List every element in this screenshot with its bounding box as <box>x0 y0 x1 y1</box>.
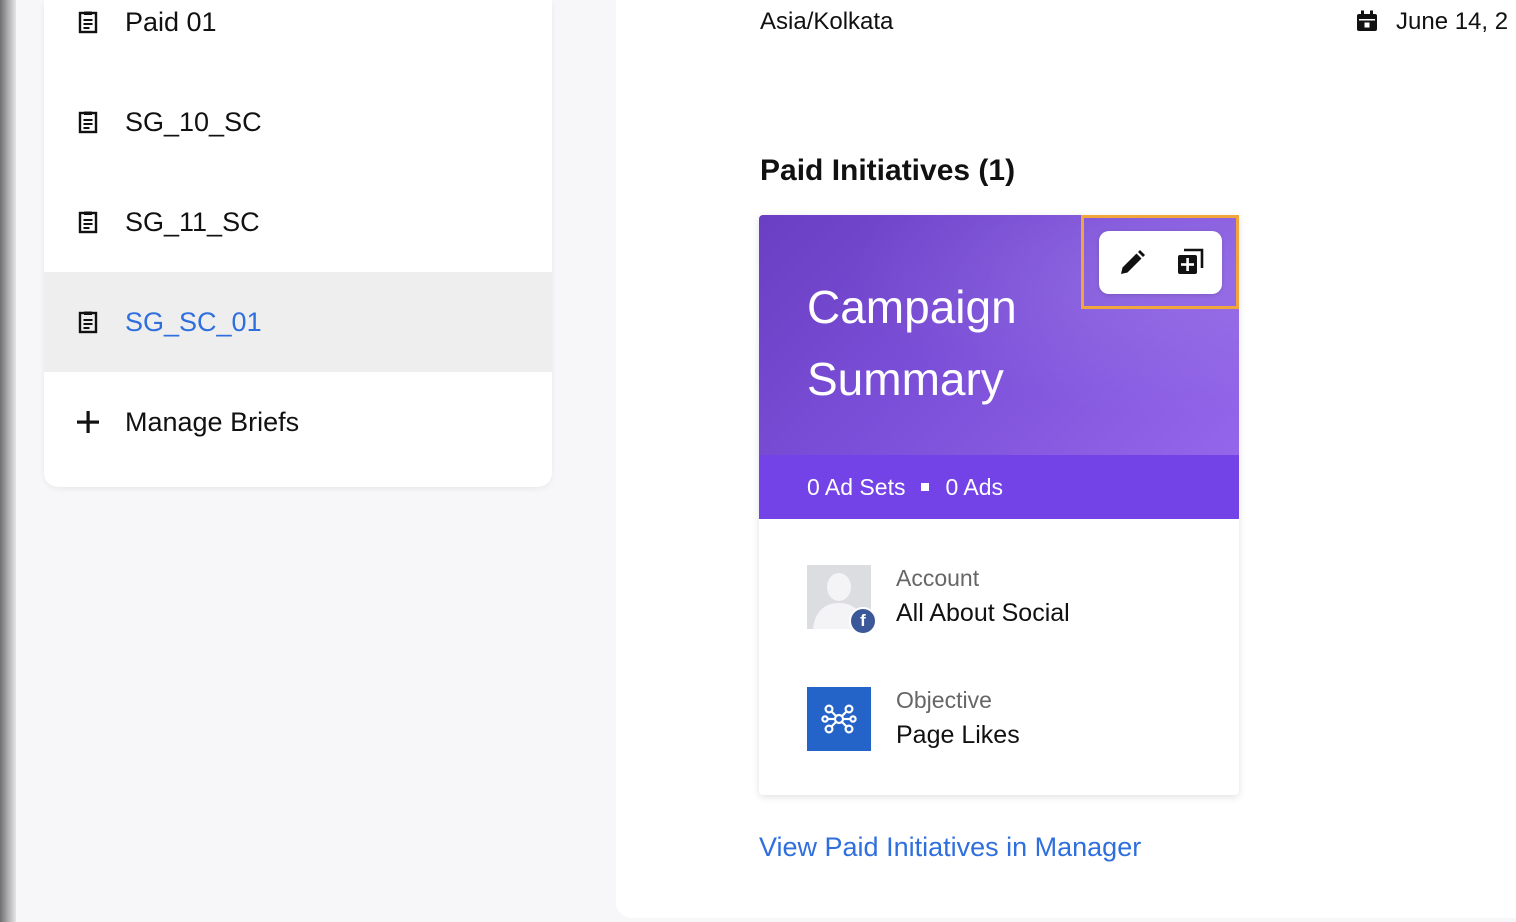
account-label: Account <box>896 565 980 591</box>
manage-briefs-label: Manage Briefs <box>125 406 300 437</box>
paid-initiatives-title: Paid Initiatives (1) <box>760 154 1016 187</box>
avatar: f <box>807 565 877 635</box>
account-row: f Account All About Social <box>807 565 1207 635</box>
campaign-card-title: Campaign Summary <box>807 281 1017 405</box>
clipboard-icon <box>78 211 98 234</box>
manage-briefs-button[interactable]: Manage Briefs <box>44 372 552 472</box>
objective-row: Objective Page Likes <box>807 687 1207 753</box>
objective-tile <box>807 687 871 751</box>
plus-icon <box>77 411 99 433</box>
brief-item-label: Paid 01 <box>125 6 217 37</box>
campaign-counts-bar: 0 Ad Sets 0 Ads <box>759 455 1239 519</box>
brief-item-paid-01[interactable]: Paid 01 <box>44 0 552 72</box>
view-paid-initiatives-link[interactable]: View Paid Initiatives in Manager <box>759 832 1141 863</box>
clipboard-icon <box>78 311 98 334</box>
separator-dot <box>921 483 930 491</box>
date-text: June 14, 2 <box>1396 8 1509 35</box>
pencil-icon[interactable] <box>1117 248 1147 278</box>
clipboard-icon <box>78 11 98 34</box>
brief-item-sg-sc-01[interactable]: SG_SC_01 <box>44 272 552 372</box>
brief-item-label: SG_11_SC <box>125 206 260 237</box>
brief-list-panel: Paid 01 SG_10_SC SG_11_SC SG_SC_01 Manag… <box>44 0 552 487</box>
clipboard-icon <box>78 111 98 134</box>
window-edge-shadow <box>0 0 16 922</box>
brief-item-sg-11-sc[interactable]: SG_11_SC <box>44 172 552 272</box>
brief-item-label: SG_SC_01 <box>125 306 262 337</box>
brief-item-sg-10-sc[interactable]: SG_10_SC <box>44 72 552 172</box>
timezone-value: Asia/Kolkata <box>760 8 894 35</box>
network-icon <box>821 704 857 734</box>
facebook-icon: f <box>849 607 877 635</box>
start-date: June 14, 2 <box>1356 8 1516 38</box>
objective-label: Objective <box>896 687 992 713</box>
account-value: All About Social <box>896 599 1070 627</box>
ads-count: 0 Ads <box>945 473 1004 500</box>
card-actions <box>1099 231 1222 294</box>
calendar-icon <box>1357 10 1377 31</box>
ad-sets-count: 0 Ad Sets <box>807 473 906 500</box>
objective-value: Page Likes <box>896 721 1020 749</box>
brief-item-label: SG_10_SC <box>125 106 262 137</box>
duplicate-icon[interactable] <box>1175 247 1205 277</box>
